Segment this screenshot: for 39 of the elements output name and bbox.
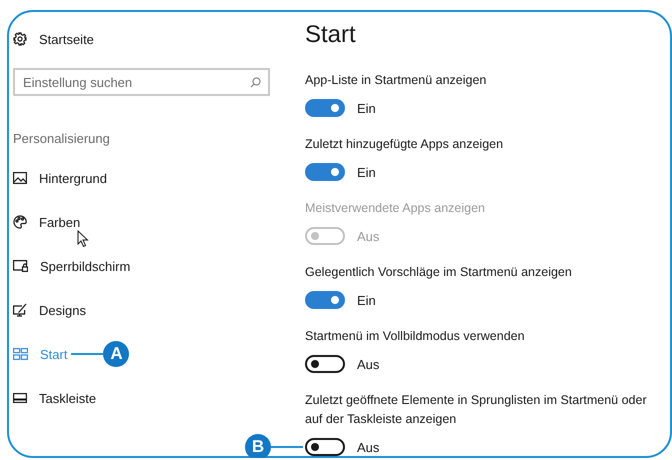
nav-item[interactable]: Hintergrund bbox=[39, 170, 107, 186]
toggle-state: Ein bbox=[357, 292, 376, 308]
nav-item[interactable]: Taskleiste bbox=[39, 390, 96, 406]
callout-marker: A bbox=[103, 341, 130, 367]
toggle-state: Aus bbox=[357, 440, 380, 454]
nav-item[interactable]: Sperrbildschirm bbox=[40, 258, 130, 274]
search-field[interactable]: Einstellung suchen bbox=[13, 68, 270, 96]
tiles-icon bbox=[13, 348, 28, 360]
page-title: Start bbox=[305, 21, 357, 50]
setting-label: App-Liste in Startmenü anzeigen bbox=[305, 72, 488, 89]
nav-item[interactable]: Farben bbox=[39, 214, 80, 230]
home-link[interactable]: Startseite bbox=[39, 32, 94, 46]
lock-screen-icon bbox=[13, 260, 28, 272]
toggle-switch[interactable] bbox=[305, 99, 345, 117]
section-heading: Personalisierung bbox=[13, 131, 111, 148]
leader-line bbox=[271, 446, 303, 448]
toggle-switch[interactable] bbox=[305, 355, 345, 373]
setting-label: Meistverwendete Apps anzeigen bbox=[305, 200, 486, 217]
toggle-state: Ein bbox=[357, 100, 376, 116]
toggle-switch[interactable] bbox=[305, 438, 345, 456]
toggle-state: Ein bbox=[357, 164, 376, 180]
setting-label: Zuletzt hinzugefügte Apps anzeigen bbox=[305, 136, 504, 153]
settings-icon bbox=[13, 32, 27, 46]
taskbar-icon bbox=[13, 393, 27, 403]
picture-icon bbox=[13, 172, 27, 184]
toggle-switch[interactable] bbox=[305, 163, 345, 181]
toggle-state: Aus bbox=[357, 228, 380, 244]
toggle-state: Aus bbox=[357, 356, 380, 372]
toggle-switch[interactable] bbox=[305, 291, 345, 309]
setting-label: Startmenü im Vollbildmodus verwenden bbox=[305, 328, 526, 345]
brush-icon bbox=[13, 303, 27, 317]
setting-label: Gelegentlich Vorschläge im Startmenü anzeigen bbox=[305, 264, 573, 281]
nav-item[interactable]: Designs bbox=[39, 302, 86, 318]
mouse-pointer-icon bbox=[77, 230, 89, 248]
palette-icon bbox=[13, 215, 27, 229]
search-icon bbox=[250, 77, 261, 88]
setting-label: Zuletzt geöffnete Elemente in Sprunglisten im Startmenü oder auf der Taskleiste anzeigen bbox=[305, 392, 648, 428]
callout-marker: B bbox=[245, 434, 271, 458]
leader-line bbox=[71, 353, 104, 355]
